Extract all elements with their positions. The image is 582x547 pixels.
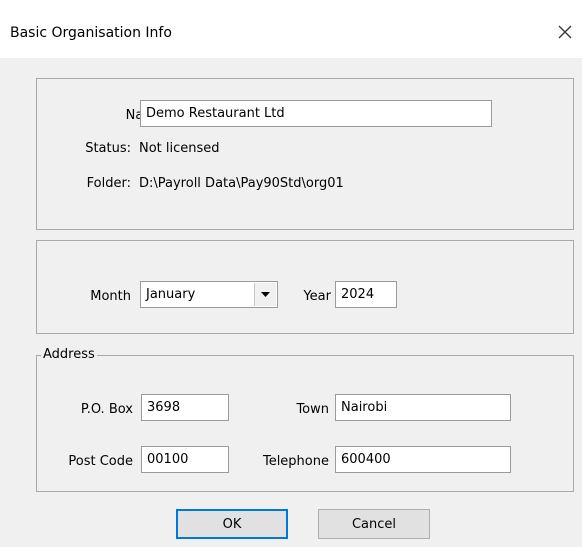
telephone-field[interactable] [335, 446, 511, 473]
month-dropdown-button[interactable] [254, 283, 276, 306]
postcode-field[interactable] [141, 446, 229, 473]
folder-label: Folder: [86, 176, 131, 191]
month-dropdown[interactable]: January [140, 281, 278, 308]
year-field[interactable] [335, 281, 397, 308]
year-label: Year [303, 289, 331, 304]
status-value: Not licensed [139, 141, 220, 156]
pobox-label: P.O. Box [80, 402, 133, 417]
close-button[interactable] [548, 14, 582, 50]
name-field[interactable] [140, 100, 492, 127]
organisation-group: Name Status: Not licensed Folder: D:\Pay… [36, 78, 574, 230]
title-bar: Basic Organisation Info [0, 0, 582, 58]
period-group: Month January Year [36, 240, 574, 334]
pobox-field[interactable] [141, 394, 229, 421]
month-label: Month [90, 289, 131, 304]
town-field[interactable] [335, 394, 511, 421]
window-title: Basic Organisation Info [10, 25, 172, 41]
month-selected: January [146, 287, 196, 302]
postcode-label: Post Code [68, 454, 133, 469]
address-group: Address P.O. Box Town Post Code Telephon… [36, 347, 574, 492]
address-legend: Address [41, 347, 97, 362]
status-label: Status: [85, 141, 131, 156]
folder-path: D:\Payroll Data\Pay90Std\org01 [139, 176, 344, 191]
chevron-down-icon [261, 292, 270, 297]
telephone-label: Telephone [262, 454, 329, 469]
close-icon [558, 25, 572, 39]
dialog-window: Basic Organisation Info Name Status: Not… [0, 0, 582, 547]
town-label: Town [296, 402, 329, 417]
ok-button[interactable]: OK [176, 509, 288, 539]
cancel-button[interactable]: Cancel [318, 509, 430, 539]
